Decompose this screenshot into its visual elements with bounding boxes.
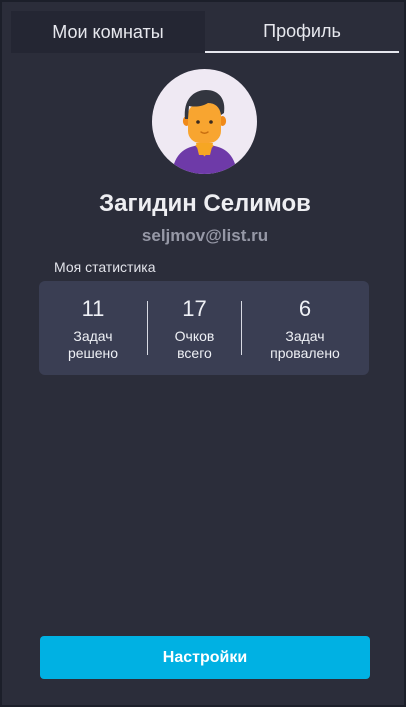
stats-title: Моя статистика (54, 259, 156, 275)
stat-tasks-solved: 11 Задач решено (39, 281, 147, 375)
stat-points-total: 17 Очков всего (148, 281, 241, 375)
avatar (152, 69, 257, 174)
stat-value: 17 (182, 296, 207, 321)
tab-profile[interactable]: Профиль (205, 11, 399, 53)
settings-button[interactable]: Настройки (40, 636, 370, 679)
user-avatar-icon (172, 90, 237, 174)
stat-label: Задач решено (67, 328, 119, 361)
stat-value: 11 (81, 296, 105, 321)
profile-name: Загидин Селимов (99, 190, 311, 217)
stat-tasks-failed: 6 Задач провалено (242, 281, 368, 375)
profile-email: seljmov@list.ru (141, 226, 269, 245)
stat-label: Очков всего (174, 328, 215, 361)
stat-label: Задач провалено (270, 328, 340, 361)
stats-card: 11 Задач решено 17 Очков всего 6 Задач п… (39, 281, 369, 375)
tab-bar: Мои комнаты Профиль (11, 11, 399, 53)
stat-value: 6 (298, 296, 312, 321)
profile-screen: Мои комнаты Профиль Загидин Селимов selj… (0, 0, 406, 707)
tab-my-rooms[interactable]: Мои комнаты (11, 11, 205, 53)
